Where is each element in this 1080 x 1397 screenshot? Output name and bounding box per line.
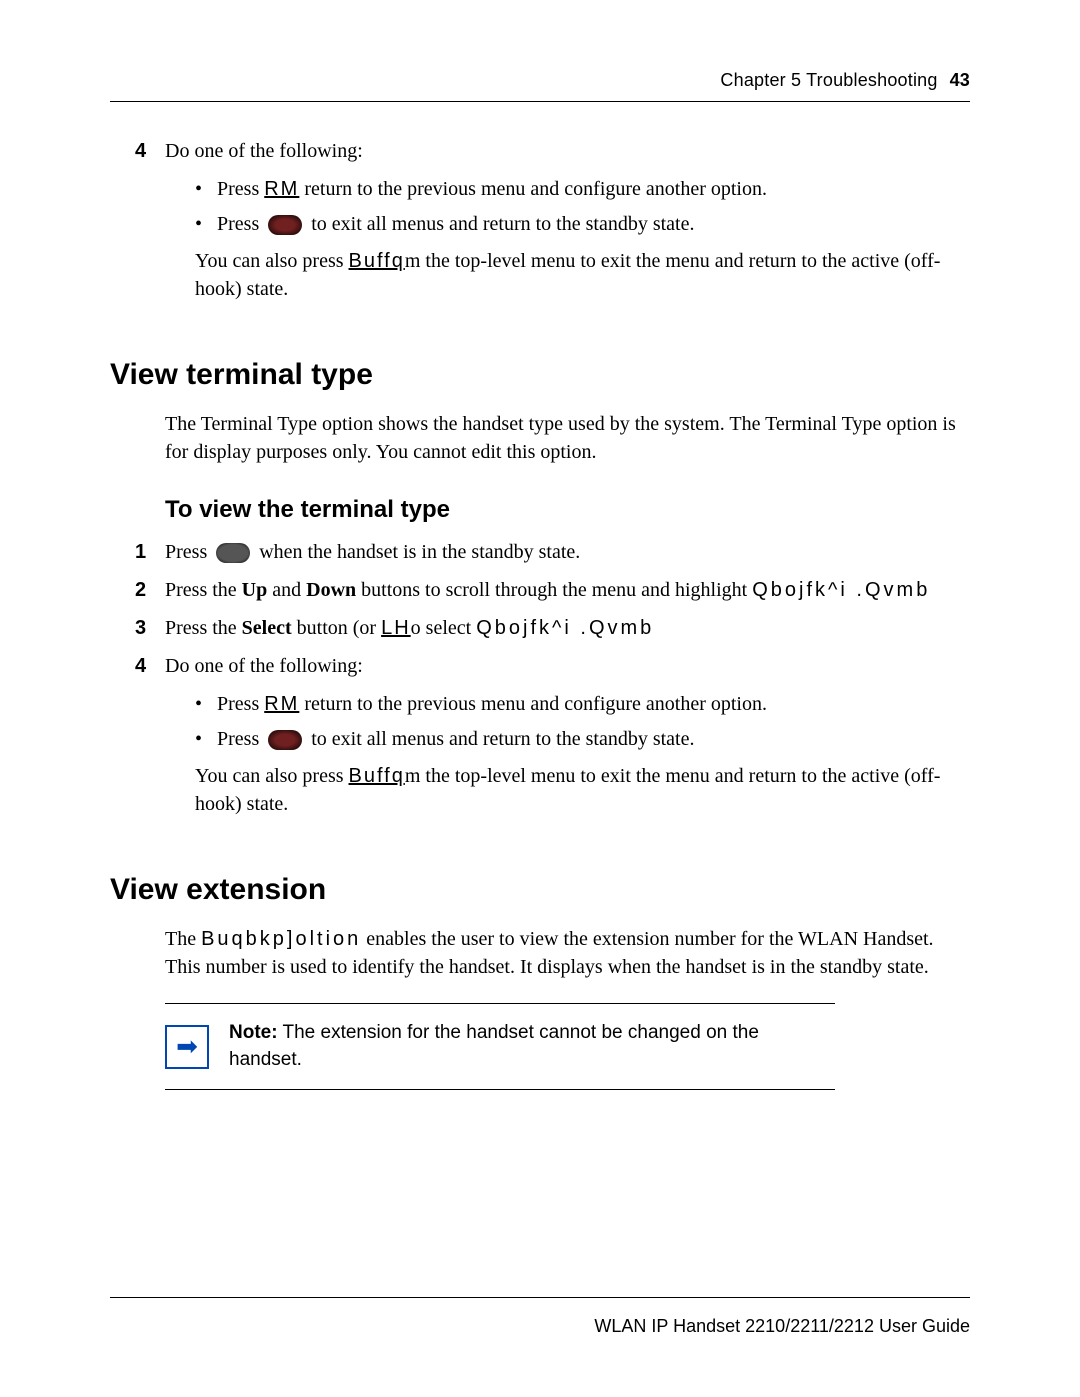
- step-text: Do one of the following:: [165, 137, 363, 165]
- top-paragraph: You can also press Buffqm the top-level …: [195, 247, 970, 303]
- note-row: ➡ Note: The extension for the handset ca…: [165, 1004, 835, 1089]
- page: Chapter 5 Troubleshooting 43 4 Do one of…: [0, 0, 1080, 1397]
- bullet-text: Press RM return to the previous menu and…: [217, 690, 767, 719]
- top-bullets: • Press RM return to the previous menu a…: [195, 175, 970, 239]
- note-arrow-icon: ➡: [165, 1025, 209, 1069]
- bullet-dot: •: [195, 725, 217, 754]
- menu-terminal-type: Qbojfk^i .Qvmb: [476, 617, 654, 639]
- bullet-item: • Press to exit all menus and return to …: [195, 725, 970, 754]
- running-header: Chapter 5 Troubleshooting 43: [110, 70, 970, 102]
- nav-button-icon: [216, 543, 250, 563]
- tt-step-1: 1 Press when the handset is in the stand…: [165, 538, 970, 566]
- note-text: Note: The extension for the handset cann…: [229, 1020, 835, 1073]
- menu-extension: Buqbkp]oltion: [201, 928, 361, 950]
- step-number: 1: [135, 538, 165, 566]
- bullet-text: Press RM return to the previous menu and…: [217, 175, 767, 204]
- softkey-buffq: Buffq: [349, 765, 405, 787]
- heading-view-extension: View extension: [110, 873, 970, 907]
- bullet-dot: •: [195, 175, 217, 204]
- bullet-item: • Press to exit all menus and return to …: [195, 210, 970, 239]
- bullet-item: • Press RM return to the previous menu a…: [195, 175, 970, 204]
- softkey-lh: LH: [381, 617, 411, 639]
- softkey-rm: RM: [264, 693, 299, 715]
- subheading-to-view-terminal-type: To view the terminal type: [165, 496, 970, 524]
- heading-view-terminal-type: View terminal type: [110, 358, 970, 392]
- bullet-item: • Press RM return to the previous menu a…: [195, 690, 970, 719]
- step-text: Press when the handset is in the standby…: [165, 538, 580, 566]
- tt-step-2: 2 Press the Up and Down buttons to scrol…: [165, 576, 970, 604]
- tt-step-3: 3 Press the Select button (or LHo select…: [165, 614, 970, 642]
- step-number: 4: [135, 652, 165, 680]
- softkey-rm: RM: [264, 178, 299, 200]
- footer: WLAN IP Handset 2210/2211/2212 User Guid…: [110, 1297, 970, 1337]
- step-number: 4: [135, 137, 165, 165]
- bullet-dot: •: [195, 210, 217, 239]
- bullet-dot: •: [195, 690, 217, 719]
- menu-terminal-type: Qbojfk^i .Qvmb: [752, 579, 930, 601]
- bullet-text: Press to exit all menus and return to th…: [217, 210, 694, 239]
- top-step-4: 4 Do one of the following:: [165, 137, 970, 165]
- terminal-type-intro: The Terminal Type option shows the hands…: [165, 410, 970, 466]
- tt-step-4: 4 Do one of the following:: [165, 652, 970, 680]
- tt-paragraph: You can also press Buffqm the top-level …: [195, 762, 970, 818]
- footer-text: WLAN IP Handset 2210/2211/2212 User Guid…: [594, 1316, 970, 1336]
- note-rule-bottom: [165, 1089, 835, 1090]
- end-button-icon: [268, 730, 302, 750]
- note-block: ➡ Note: The extension for the handset ca…: [165, 1003, 835, 1090]
- body: 4 Do one of the following: • Press RM re…: [110, 137, 970, 1090]
- step-text: Press the Up and Down buttons to scroll …: [165, 576, 930, 604]
- bullet-text: Press to exit all menus and return to th…: [217, 725, 694, 754]
- end-button-icon: [268, 215, 302, 235]
- step-number: 2: [135, 576, 165, 604]
- step-text: Do one of the following:: [165, 652, 363, 680]
- page-number: 43: [950, 70, 970, 91]
- softkey-buffq: Buffq: [349, 250, 405, 272]
- step-text: Press the Select button (or LHo select Q…: [165, 614, 654, 642]
- tt-bullets: • Press RM return to the previous menu a…: [195, 690, 970, 754]
- step-number: 3: [135, 614, 165, 642]
- extension-intro: The Buqbkp]oltion enables the user to vi…: [165, 925, 970, 981]
- chapter-label: Chapter 5 Troubleshooting: [720, 70, 937, 91]
